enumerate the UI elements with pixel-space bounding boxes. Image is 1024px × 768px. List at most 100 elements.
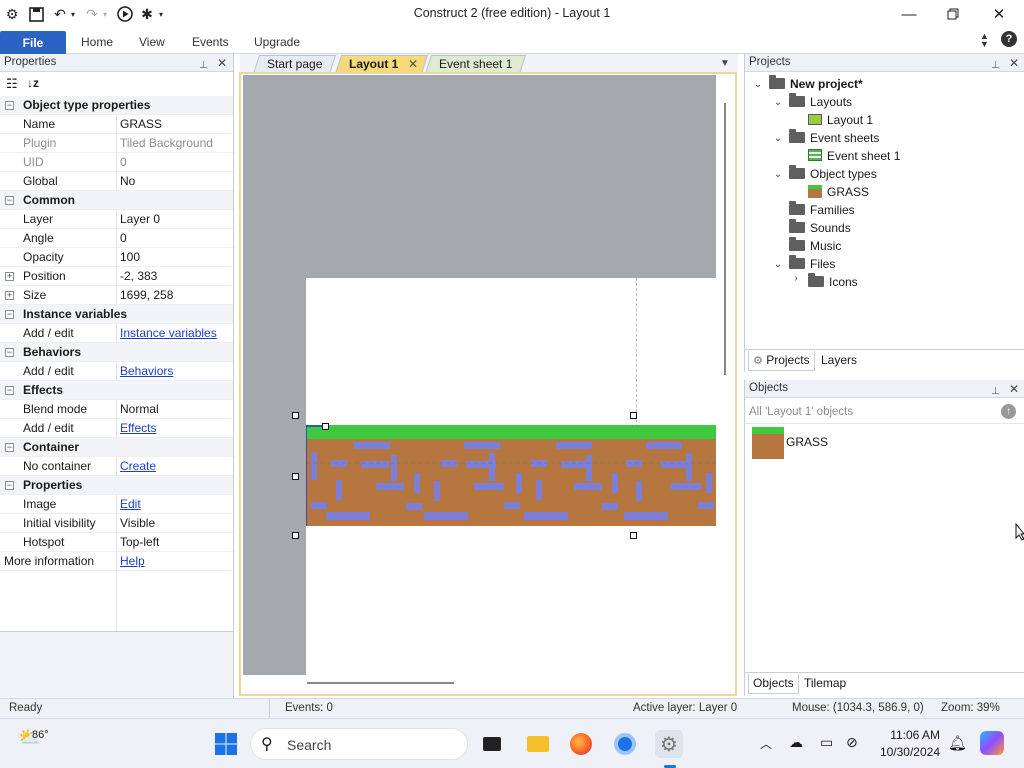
undo-icon[interactable]: ↶ bbox=[50, 4, 70, 24]
chevron-down-icon[interactable]: ⌄ bbox=[773, 97, 783, 108]
resize-handle[interactable] bbox=[630, 532, 637, 539]
effects-link[interactable]: Effects bbox=[120, 419, 156, 437]
grass-tiled-background[interactable] bbox=[306, 425, 716, 526]
start-icon[interactable] bbox=[212, 730, 240, 758]
tree-music[interactable]: Music bbox=[789, 237, 841, 255]
tab-projects[interactable]: ⚙ Projects bbox=[748, 351, 815, 371]
undo-dropdown-icon[interactable]: ▾ bbox=[68, 4, 78, 24]
section-container[interactable]: − Container bbox=[0, 438, 233, 457]
expand-icon[interactable]: + bbox=[5, 272, 14, 281]
sort-alpha-icon[interactable]: ↓z bbox=[27, 76, 39, 90]
section-instance-variables[interactable]: − Instance variables bbox=[0, 305, 233, 324]
prop-layer[interactable]: Layer Layer 0 bbox=[0, 210, 233, 229]
notification-bell-icon[interactable]: 🔔︎ bbox=[948, 734, 967, 752]
prop-blend-mode[interactable]: Blend mode Normal bbox=[0, 400, 233, 419]
redo-icon[interactable]: ↷ bbox=[82, 4, 102, 24]
tree-grass[interactable]: GRASS bbox=[808, 183, 869, 201]
maximize-button[interactable] bbox=[930, 0, 976, 28]
instance-variables-link[interactable]: Instance variables bbox=[120, 324, 217, 342]
pin-icon[interactable]: ⊥ bbox=[991, 383, 1000, 400]
prop-global[interactable]: Global No bbox=[0, 172, 233, 191]
connection-icon[interactable]: ⊘ bbox=[846, 734, 858, 751]
pin-icon[interactable]: ⊥ bbox=[991, 57, 1000, 74]
vertical-scrollbar[interactable] bbox=[716, 75, 734, 675]
ribbon-scroll-icon[interactable]: ▲ ▼ bbox=[980, 32, 989, 49]
minimize-button[interactable]: — bbox=[886, 0, 932, 28]
redo-dropdown-icon[interactable]: ▾ bbox=[100, 4, 110, 24]
collapse-icon[interactable]: − bbox=[5, 310, 14, 319]
tab-home[interactable]: Home bbox=[81, 35, 113, 49]
file-tab[interactable]: File bbox=[0, 31, 66, 54]
tab-view[interactable]: View bbox=[139, 35, 165, 49]
collapse-icon[interactable]: − bbox=[5, 348, 14, 357]
resize-handle[interactable] bbox=[292, 412, 299, 419]
collapse-icon[interactable]: − bbox=[5, 443, 14, 452]
collapse-icon[interactable]: − bbox=[5, 101, 14, 110]
clock-date[interactable]: 10/30/2024 bbox=[868, 745, 940, 759]
create-container-link[interactable]: Create bbox=[120, 457, 156, 475]
chevron-down-icon[interactable]: ⌄ bbox=[773, 259, 783, 270]
debug-icon[interactable]: ✱ bbox=[137, 4, 157, 24]
firefox-icon[interactable] bbox=[567, 730, 595, 758]
prop-opacity[interactable]: Opacity 100 bbox=[0, 248, 233, 267]
close-panel-icon[interactable]: ✕ bbox=[1009, 55, 1019, 72]
tree-icons[interactable]: Icons bbox=[808, 273, 858, 291]
section-effects[interactable]: − Effects bbox=[0, 381, 233, 400]
network-off-icon[interactable]: ☁ bbox=[789, 734, 803, 751]
chevron-down-icon[interactable]: ⌄ bbox=[773, 169, 783, 180]
taskbar-search[interactable]: ⚲ Search bbox=[250, 728, 468, 760]
prop-size[interactable]: + Size 1699, 258 bbox=[0, 286, 233, 305]
section-behaviors[interactable]: − Behaviors bbox=[0, 343, 233, 362]
tab-tilemap[interactable]: Tilemap bbox=[800, 674, 850, 694]
tree-sounds[interactable]: Sounds bbox=[789, 219, 851, 237]
vertical-scroll-thumb[interactable] bbox=[724, 103, 726, 375]
tab-event-sheet-1[interactable]: Event sheet 1 bbox=[424, 55, 527, 74]
tree-project-root[interactable]: New project* bbox=[769, 75, 863, 93]
tree-event-sheet-1[interactable]: Event sheet 1 bbox=[808, 147, 900, 165]
save-icon[interactable] bbox=[26, 4, 46, 24]
collapse-icon[interactable]: − bbox=[5, 386, 14, 395]
tree-event-sheets[interactable]: Event sheets bbox=[789, 129, 879, 147]
chevron-up-icon[interactable]: ︿ bbox=[760, 735, 772, 752]
resize-handle[interactable] bbox=[292, 532, 299, 539]
tree-families[interactable]: Families bbox=[789, 201, 855, 219]
prop-position[interactable]: + Position -2, 383 bbox=[0, 267, 233, 286]
chrome-icon[interactable] bbox=[611, 730, 639, 758]
task-view-icon[interactable] bbox=[478, 730, 506, 758]
chevron-right-icon[interactable]: › bbox=[791, 273, 801, 284]
help-icon[interactable]: ? bbox=[1001, 31, 1017, 47]
tab-start-page[interactable]: Start page bbox=[252, 55, 337, 74]
file-explorer-icon[interactable] bbox=[524, 730, 552, 758]
tab-objects[interactable]: Objects bbox=[748, 674, 799, 694]
up-arrow-icon[interactable]: ↑ bbox=[1001, 404, 1016, 419]
app-icon[interactable]: ⚙ bbox=[2, 4, 22, 24]
categorized-icon[interactable]: ☷ bbox=[6, 76, 18, 92]
close-tab-icon[interactable]: ✕ bbox=[408, 57, 418, 71]
hotspot-handle[interactable] bbox=[322, 423, 329, 430]
tab-upgrade[interactable]: Upgrade bbox=[254, 35, 300, 49]
chevron-down-icon[interactable]: ⌄ bbox=[773, 133, 783, 144]
tree-layouts[interactable]: Layouts bbox=[789, 93, 852, 111]
section-object-type[interactable]: − Object type properties bbox=[0, 96, 233, 115]
construct-2-icon[interactable]: ⚙ bbox=[655, 730, 683, 758]
collapse-icon[interactable]: − bbox=[5, 196, 14, 205]
close-panel-icon[interactable]: ✕ bbox=[217, 55, 227, 72]
horizontal-scroll-thumb[interactable] bbox=[307, 682, 454, 684]
prop-hotspot[interactable]: Hotspot Top-left bbox=[0, 533, 233, 552]
tree-object-types[interactable]: Object types bbox=[789, 165, 877, 183]
behaviors-link[interactable]: Behaviors bbox=[120, 362, 173, 380]
resize-handle[interactable] bbox=[630, 412, 637, 419]
prop-initial-visibility[interactable]: Initial visibility Visible bbox=[0, 514, 233, 533]
horizontal-scrollbar[interactable] bbox=[243, 675, 734, 694]
prop-angle[interactable]: Angle 0 bbox=[0, 229, 233, 248]
tree-files[interactable]: Files bbox=[789, 255, 835, 273]
customize-toolbar-icon[interactable]: ▾ bbox=[156, 4, 166, 24]
grass-thumbnail[interactable] bbox=[752, 427, 784, 459]
object-grass[interactable]: GRASS bbox=[786, 435, 828, 449]
expand-icon[interactable]: + bbox=[5, 291, 14, 300]
close-button[interactable]: ✕ bbox=[976, 0, 1022, 28]
resize-handle[interactable] bbox=[292, 473, 299, 480]
tabs-dropdown-icon[interactable]: ▼ bbox=[720, 58, 730, 69]
section-common[interactable]: − Common bbox=[0, 191, 233, 210]
tree-layout-1[interactable]: Layout 1 bbox=[808, 111, 873, 129]
